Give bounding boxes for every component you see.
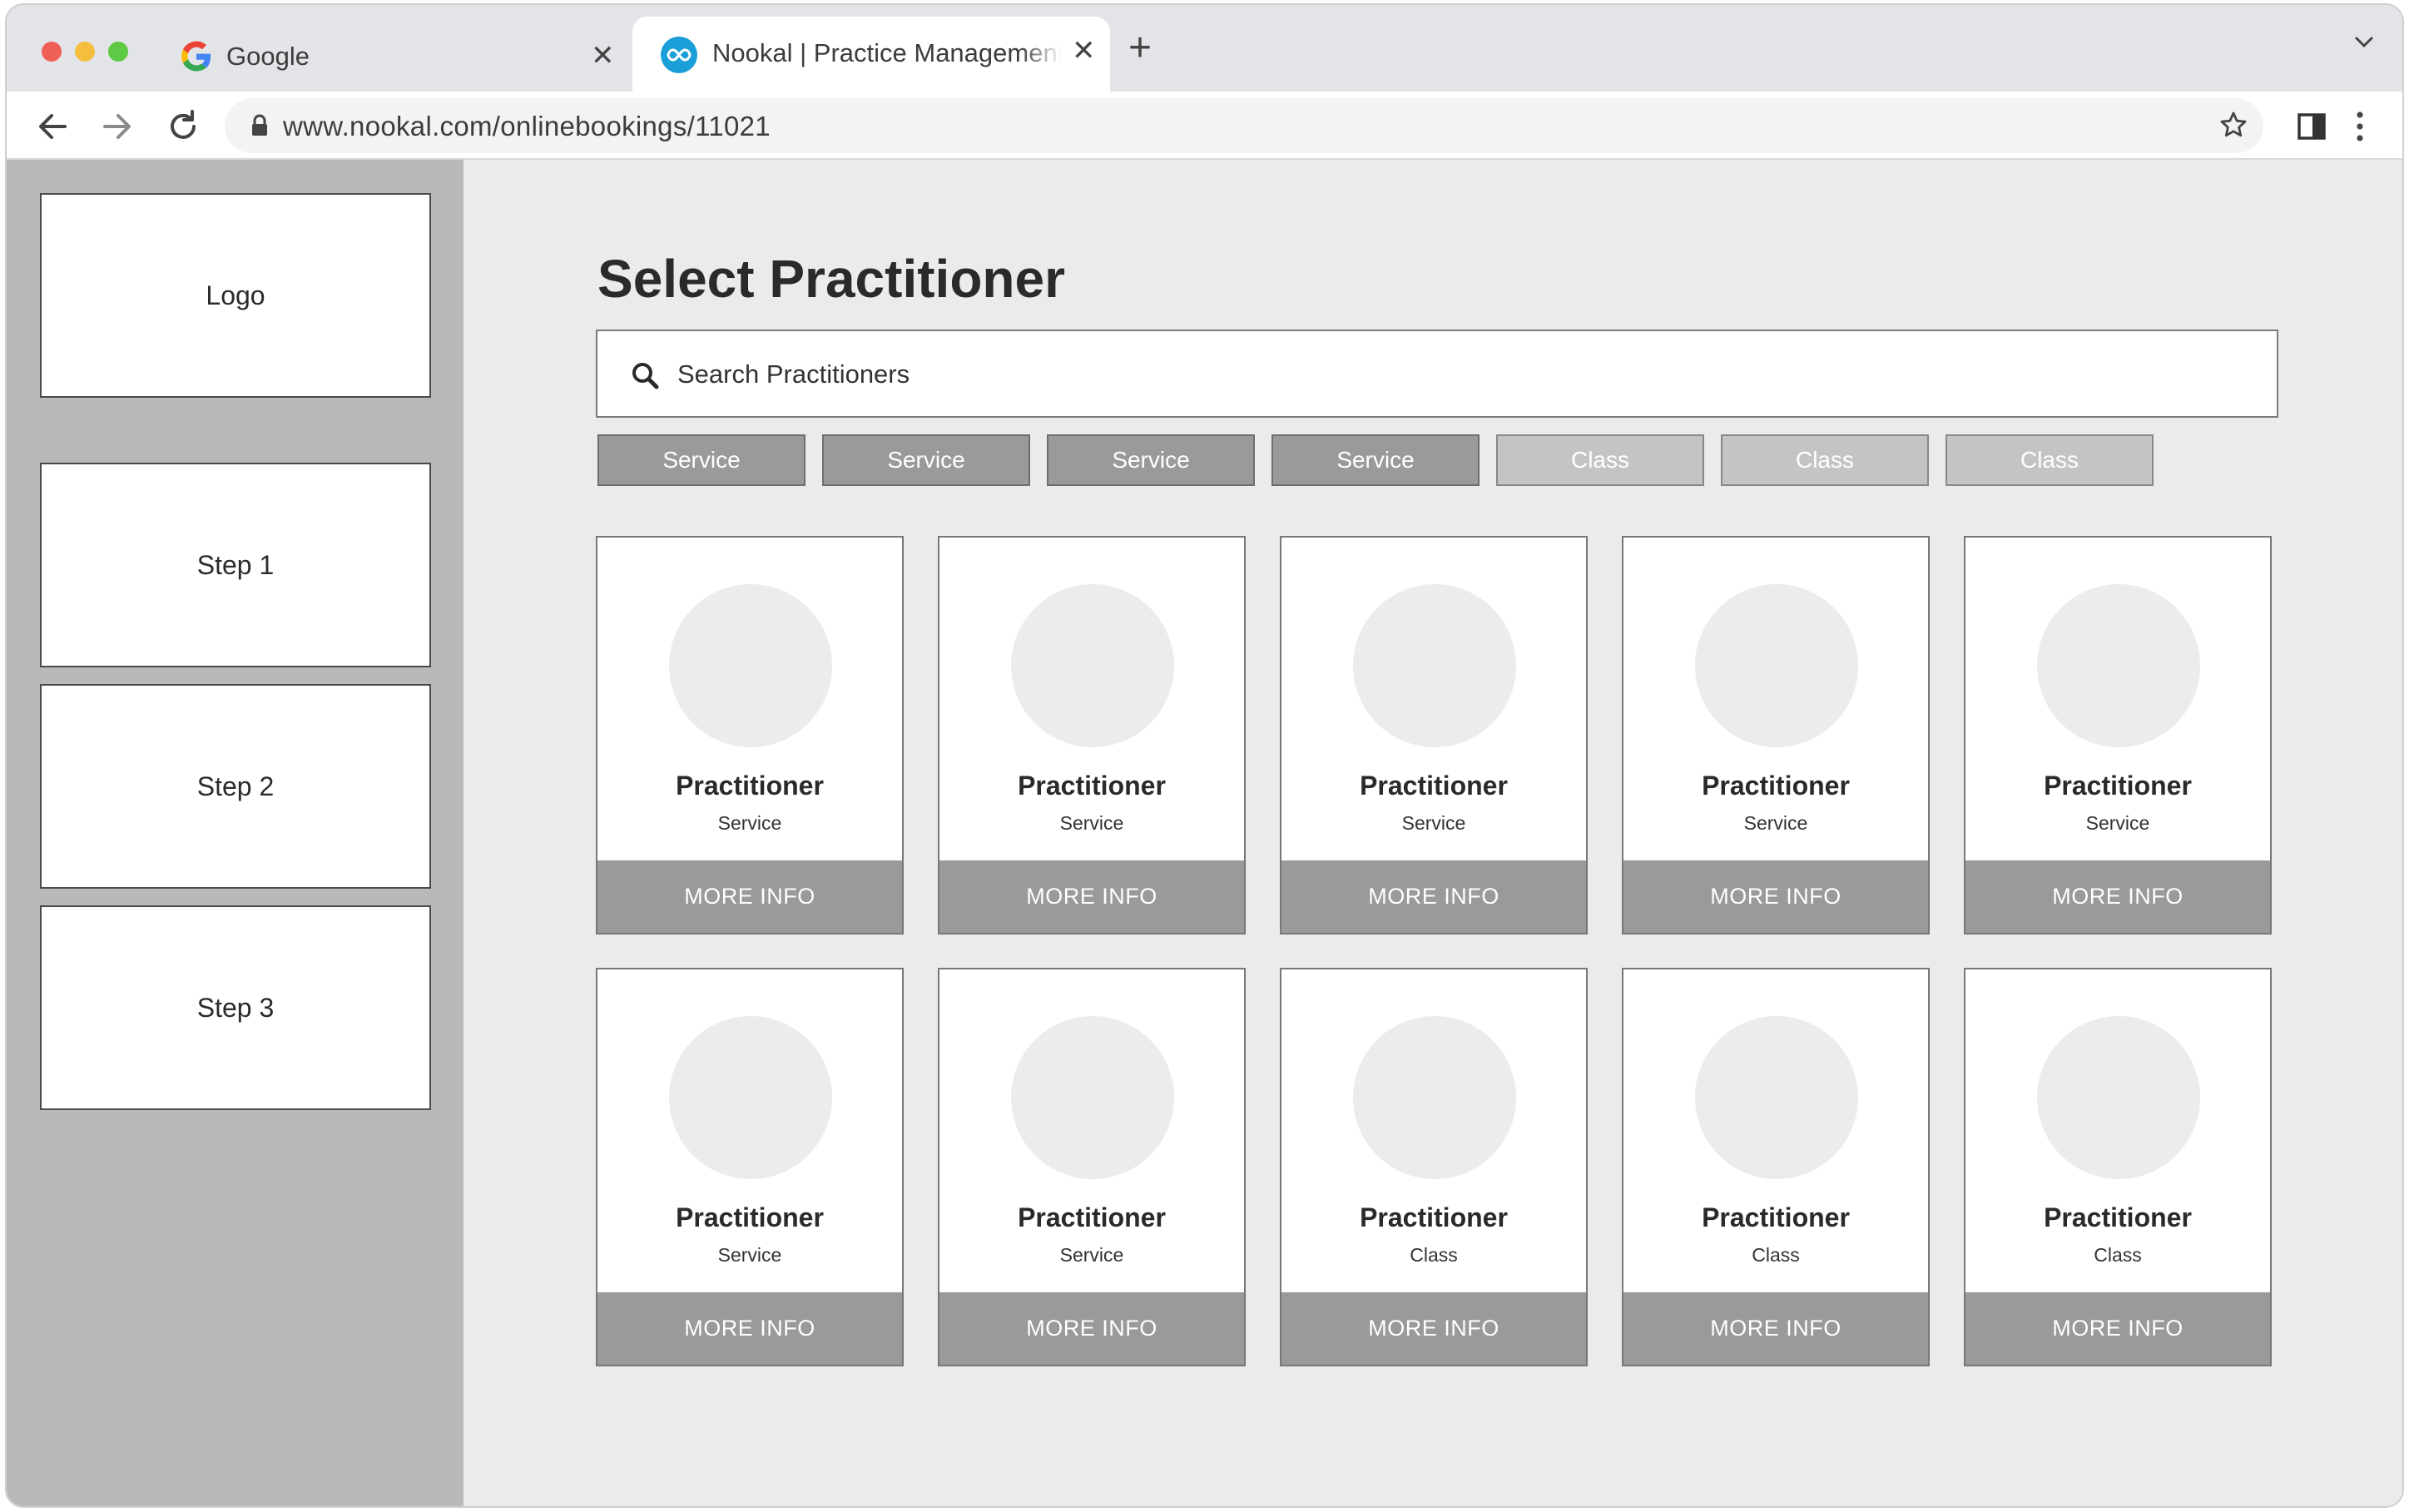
practitioner-type: Class bbox=[2094, 1244, 2142, 1266]
sidebar: Logo Step 1 Step 2 Step 3 bbox=[7, 160, 463, 1506]
practitioner-name: Practitioner bbox=[676, 771, 824, 801]
more-info-button[interactable]: MORE INFO bbox=[597, 860, 902, 933]
side-panel-icon[interactable] bbox=[2297, 112, 2327, 146]
more-info-button[interactable]: MORE INFO bbox=[939, 1292, 1244, 1365]
avatar bbox=[1695, 1016, 1858, 1179]
more-info-button[interactable]: MORE INFO bbox=[1623, 860, 1928, 933]
practitioner-name: Practitioner bbox=[1360, 1202, 1508, 1232]
more-info-button[interactable]: MORE INFO bbox=[1965, 860, 2270, 933]
practitioner-card[interactable]: Practitioner Service MORE INFO bbox=[596, 536, 904, 934]
page-title: Select Practitioner bbox=[597, 249, 1065, 309]
practitioner-name: Practitioner bbox=[676, 1202, 824, 1232]
sidebar-step-2[interactable]: Step 2 bbox=[40, 684, 431, 889]
address-bar[interactable]: www.nookal.com/onlinebookings/11021 bbox=[225, 98, 2263, 153]
avatar bbox=[1695, 584, 1858, 747]
sidebar-step-1[interactable]: Step 1 bbox=[40, 463, 431, 667]
avatar bbox=[1353, 584, 1516, 747]
more-info-button[interactable]: MORE INFO bbox=[1623, 1292, 1928, 1365]
tab-title: Google bbox=[226, 42, 310, 71]
practitioner-card[interactable]: Practitioner Service MORE INFO bbox=[596, 968, 904, 1366]
reload-icon[interactable] bbox=[165, 108, 201, 145]
avatar bbox=[1011, 1016, 1174, 1179]
practitioner-type: Service bbox=[2085, 812, 2150, 834]
avatar bbox=[1011, 584, 1174, 747]
url-text: www.nookal.com/onlinebookings/11021 bbox=[283, 111, 771, 141]
avatar bbox=[2037, 1016, 2200, 1179]
back-arrow-icon[interactable] bbox=[35, 108, 72, 145]
practitioner-card[interactable]: Practitioner Class MORE INFO bbox=[1964, 968, 2272, 1366]
tab-strip: Google ✕ Nookal | Practice Management ✕ … bbox=[7, 5, 2402, 92]
close-window-button[interactable] bbox=[42, 42, 62, 62]
practitioner-name: Practitioner bbox=[1360, 771, 1508, 801]
practitioner-card[interactable]: Practitioner Class MORE INFO bbox=[1622, 968, 1930, 1366]
browser-toolbar: www.nookal.com/onlinebookings/11021 bbox=[7, 92, 2402, 160]
practitioner-name: Practitioner bbox=[1018, 1202, 1166, 1232]
forward-arrow-icon[interactable] bbox=[98, 108, 135, 145]
practitioner-type: Class bbox=[1410, 1244, 1458, 1266]
practitioner-card[interactable]: Practitioner Service MORE INFO bbox=[938, 968, 1246, 1366]
filter-chip-service[interactable]: Service bbox=[1047, 434, 1255, 486]
search-input[interactable] bbox=[676, 353, 2240, 396]
filter-chip-service[interactable]: Service bbox=[822, 434, 1030, 486]
avatar bbox=[1353, 1016, 1516, 1179]
sidebar-step-3[interactable]: Step 3 bbox=[40, 905, 431, 1110]
minimize-window-button[interactable] bbox=[75, 42, 95, 62]
practitioner-type: Service bbox=[1401, 812, 1466, 834]
practitioner-type: Service bbox=[1059, 1244, 1124, 1266]
lock-icon[interactable] bbox=[250, 114, 270, 141]
practitioner-card[interactable]: Practitioner Service MORE INFO bbox=[1280, 536, 1588, 934]
google-icon bbox=[180, 40, 213, 73]
more-info-button[interactable]: MORE INFO bbox=[597, 1292, 902, 1365]
practitioner-name: Practitioner bbox=[2044, 771, 2192, 801]
practitioner-name: Practitioner bbox=[1702, 1202, 1850, 1232]
close-tab-icon[interactable]: ✕ bbox=[591, 42, 615, 70]
avatar bbox=[669, 584, 832, 747]
practitioner-type: Service bbox=[1743, 812, 1808, 834]
more-info-button[interactable]: MORE INFO bbox=[1281, 860, 1586, 933]
practitioner-card[interactable]: Practitioner Service MORE INFO bbox=[938, 536, 1246, 934]
avatar bbox=[669, 1016, 832, 1179]
more-info-button[interactable]: MORE INFO bbox=[1281, 1292, 1586, 1365]
filter-chip-service[interactable]: Service bbox=[597, 434, 805, 486]
more-info-button[interactable]: MORE INFO bbox=[1965, 1292, 2270, 1365]
search-box[interactable] bbox=[596, 330, 2278, 418]
nookal-icon bbox=[661, 37, 697, 73]
page-content: Logo Step 1 Step 2 Step 3 Select Practit… bbox=[7, 160, 2402, 1506]
practitioner-type: Service bbox=[717, 812, 782, 834]
filter-chip-class[interactable]: Class bbox=[1721, 434, 1929, 486]
filter-chip-service[interactable]: Service bbox=[1271, 434, 1480, 486]
tab-google[interactable]: Google ✕ bbox=[156, 17, 631, 92]
practitioner-card[interactable]: Practitioner Class MORE INFO bbox=[1280, 968, 1588, 1366]
more-info-button[interactable]: MORE INFO bbox=[939, 860, 1244, 933]
bookmark-star-icon[interactable] bbox=[2218, 110, 2248, 144]
search-icon bbox=[631, 361, 659, 394]
practitioner-name: Practitioner bbox=[1702, 771, 1850, 801]
close-tab-icon[interactable]: ✕ bbox=[1072, 37, 1096, 65]
practitioner-type: Class bbox=[1752, 1244, 1800, 1266]
practitioner-name: Practitioner bbox=[1018, 771, 1166, 801]
maximize-window-button[interactable] bbox=[108, 42, 128, 62]
practitioner-type: Service bbox=[717, 1244, 782, 1266]
filter-chip-class[interactable]: Class bbox=[1496, 434, 1704, 486]
new-tab-icon[interactable]: + bbox=[1128, 28, 1152, 68]
practitioner-name: Practitioner bbox=[2044, 1202, 2192, 1232]
avatar bbox=[2037, 584, 2200, 747]
filter-chip-class[interactable]: Class bbox=[1946, 434, 2154, 486]
tab-title: Nookal | Practice Management bbox=[712, 38, 1062, 67]
practitioner-card[interactable]: Practitioner Service MORE INFO bbox=[1964, 536, 2272, 934]
chevron-down-icon[interactable] bbox=[2351, 28, 2377, 59]
more-menu-icon[interactable] bbox=[2355, 110, 2365, 147]
practitioner-type: Service bbox=[1059, 812, 1124, 834]
practitioner-card[interactable]: Practitioner Service MORE INFO bbox=[1622, 536, 1930, 934]
browser-window: Google ✕ Nookal | Practice Management ✕ … bbox=[5, 3, 2404, 1508]
logo-placeholder[interactable]: Logo bbox=[40, 193, 431, 398]
tab-nookal[interactable]: Nookal | Practice Management ✕ bbox=[632, 17, 1110, 92]
